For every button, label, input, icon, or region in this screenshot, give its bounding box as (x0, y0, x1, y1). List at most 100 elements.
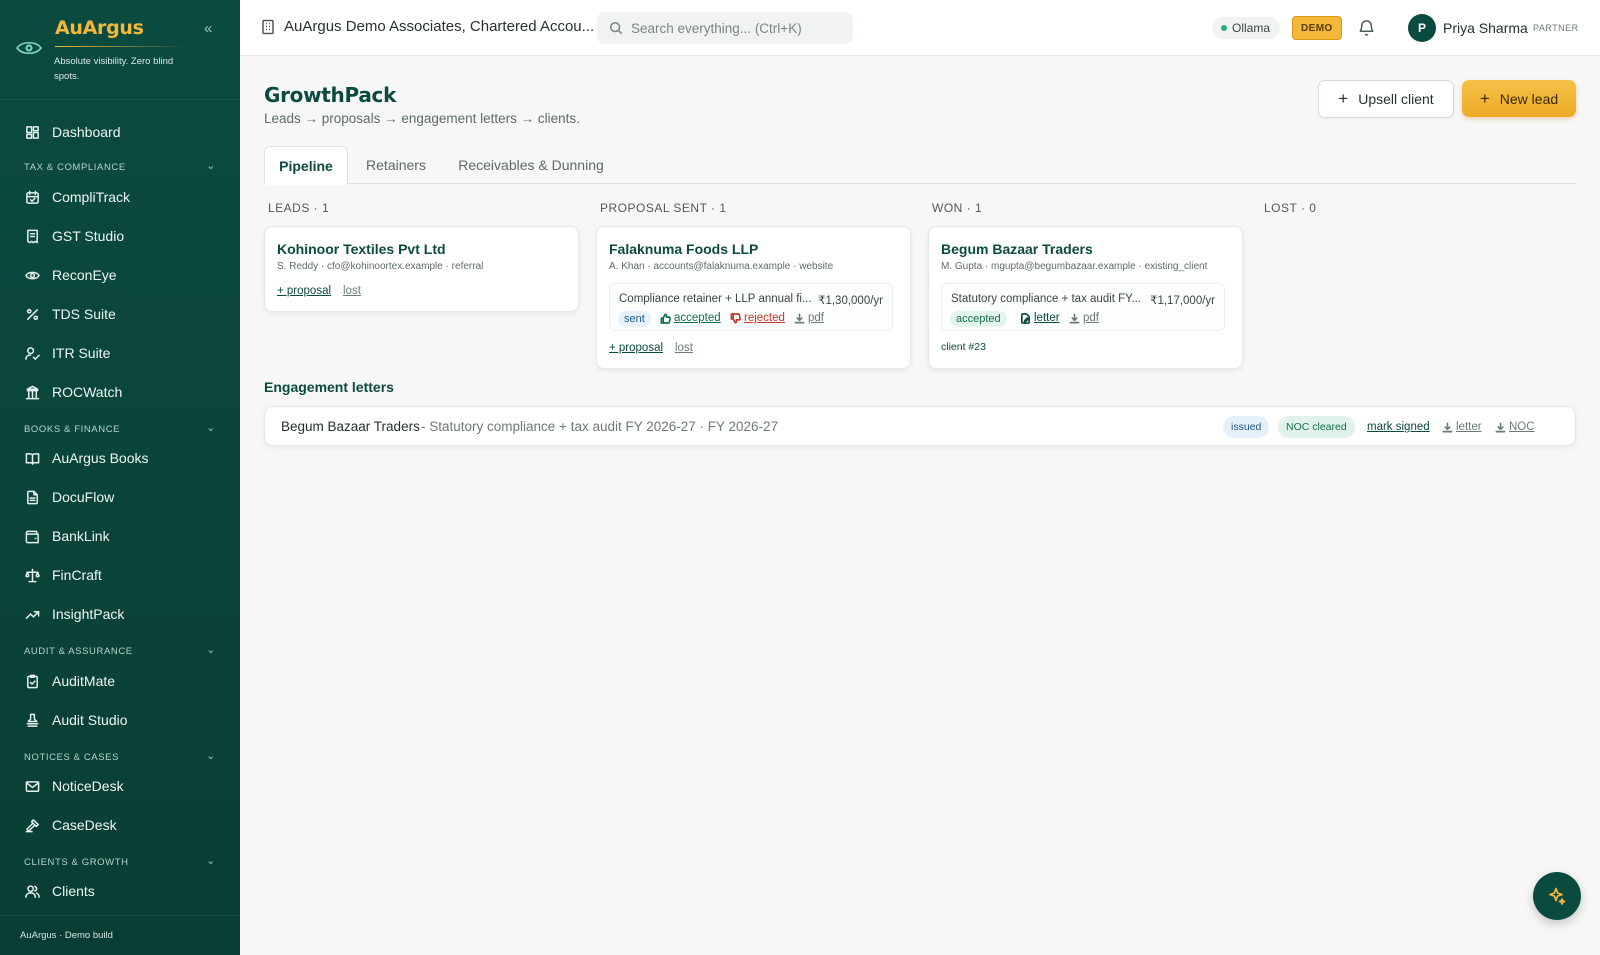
receipt-icon (24, 228, 40, 244)
rejected-label: rejected (744, 312, 785, 324)
sparkles-icon (1549, 887, 1566, 905)
download-pdf-button[interactable]: pdf (1069, 312, 1099, 324)
chevron-down-icon: ⌄ (206, 855, 216, 867)
tab-pipeline[interactable]: Pipeline (264, 146, 348, 185)
sidebar-item-banklink[interactable]: BankLink (0, 519, 240, 553)
sidebar-item-label: InsightPack (52, 606, 125, 622)
sidebar-item-label: TDS Suite (52, 306, 116, 322)
percent-icon (24, 306, 40, 322)
ollama-status[interactable]: Ollama (1212, 17, 1281, 39)
avatar[interactable]: P (1408, 14, 1436, 42)
clipboard-check-icon (24, 673, 40, 689)
download-icon (1442, 422, 1453, 432)
building-icon (262, 19, 274, 34)
sidebar-item-gst-studio[interactable]: GST Studio (0, 219, 240, 253)
file-pen-icon (1021, 312, 1030, 324)
search-input[interactable]: Search everything... (Ctrl+K) (597, 12, 853, 44)
sidebar-item-auditmate[interactable]: AuditMate (0, 664, 240, 698)
sidebar-item-docuflow[interactable]: DocuFlow (0, 480, 240, 514)
letter-label: letter (1456, 421, 1482, 433)
mail-icon (24, 778, 40, 794)
sidebar-item-label: Dashboard (52, 124, 121, 140)
sidebar-item-casedesk[interactable]: CaseDesk (0, 808, 240, 842)
mark-accepted-button[interactable]: accepted (660, 312, 721, 324)
new-lead-button[interactable]: + New lead (1462, 80, 1576, 117)
letter-label: letter (1034, 312, 1060, 324)
sidebar: AuArgus Absolute visibility. Zero blind … (0, 0, 240, 955)
topbar: AuArgus Demo Associates, Chartered Accou… (240, 0, 1600, 56)
sidebar-section-tax[interactable]: TAX & COMPLIANCE ⌄ (0, 158, 240, 176)
section-label: BOOKS & FINANCE (24, 423, 121, 435)
mark-signed-link[interactable]: mark signed (1367, 421, 1430, 433)
sidebar-item-audit-studio[interactable]: Audit Studio (0, 703, 240, 737)
ollama-label: Ollama (1232, 21, 1271, 35)
sidebar-section-notices[interactable]: NOTICES & CASES ⌄ (0, 748, 240, 766)
sidebar-section-audit[interactable]: AUDIT & ASSURANCE ⌄ (0, 642, 240, 660)
page-title: GrowthPack (264, 83, 397, 107)
client-meta: M. Gupta · mgupta@begumbazaar.example · … (941, 261, 1208, 272)
engagement-letter-button[interactable]: letter (1020, 312, 1060, 324)
brand-tagline: Absolute visibility. Zero blind spots. (54, 56, 174, 82)
sidebar-item-label: Clients (52, 883, 95, 899)
engagement-letter-row: Begum Bazaar Traders - Statutory complia… (264, 406, 1576, 446)
sidebar-section-books[interactable]: BOOKS & FINANCE ⌄ (0, 420, 240, 438)
column-header-leads: LEADS · 1 (268, 201, 330, 215)
thumbs-down-icon (730, 312, 741, 323)
sidebar-item-dashboard[interactable]: Dashboard (0, 115, 240, 149)
download-icon (1495, 422, 1506, 432)
download-noc-button[interactable]: NOC (1495, 421, 1535, 433)
status-badge: issued (1223, 416, 1270, 438)
plus-icon: + (1338, 89, 1349, 108)
thumbs-up-icon (660, 313, 671, 324)
client-link[interactable]: client #23 (941, 341, 986, 353)
mark-rejected-button[interactable]: rejected (730, 312, 785, 324)
add-proposal-link[interactable]: + proposal (277, 285, 331, 297)
sidebar-item-fincraft[interactable]: FinCraft (0, 558, 240, 592)
proposal-description: Compliance retainer + LLP annual fi... (619, 293, 812, 305)
sidebar-item-itr-suite[interactable]: ITR Suite (0, 336, 240, 370)
mark-lost-link[interactable]: lost (675, 342, 693, 354)
sidebar-item-noticedesk[interactable]: NoticeDesk (0, 769, 240, 803)
sidebar-item-auargus-books[interactable]: AuArgus Books (0, 441, 240, 475)
sidebar-item-insightpack[interactable]: InsightPack (0, 597, 240, 631)
sidebar-item-label: ReconEye (52, 267, 117, 283)
mark-lost-link[interactable]: lost (343, 285, 361, 297)
letter-description: - Statutory compliance + tax audit FY 20… (421, 419, 779, 434)
sidebar-item-rocwatch[interactable]: ROCWatch (0, 375, 240, 409)
sidebar-section-clients[interactable]: CLIENTS & GROWTH ⌄ (0, 853, 240, 871)
user-name[interactable]: Priya Sharma (1443, 20, 1528, 36)
tab-receivables-dunning[interactable]: Receivables & Dunning (448, 146, 614, 184)
sidebar-item-tds-suite[interactable]: TDS Suite (0, 297, 240, 331)
upsell-client-button[interactable]: + Upsell client (1318, 80, 1454, 118)
notifications-bell-icon[interactable] (1357, 18, 1377, 38)
pdf-label: pdf (1083, 312, 1099, 324)
ai-assistant-button[interactable] (1533, 872, 1581, 920)
sidebar-item-label: GST Studio (52, 228, 125, 244)
tab-retainers[interactable]: Retainers (356, 146, 436, 184)
tabs: Pipeline Retainers Receivables & Dunning (264, 146, 1576, 185)
sidebar-item-label: FinCraft (52, 567, 102, 583)
sidebar-item-label: DocuFlow (52, 489, 115, 505)
book-open-icon (24, 450, 40, 466)
brand: AuArgus Absolute visibility. Zero blind … (0, 0, 240, 100)
sidebar-item-complitrack[interactable]: CompliTrack (0, 180, 240, 214)
sidebar-nav: Dashboard TAX & COMPLIANCE ⌄ CompliTrack … (0, 110, 240, 910)
collapse-sidebar-icon[interactable]: « (204, 21, 218, 36)
brand-underline (55, 46, 187, 47)
sidebar-item-label: ITR Suite (52, 345, 111, 361)
pdf-label: pdf (808, 312, 824, 324)
download-pdf-button[interactable]: pdf (794, 312, 824, 324)
won-card[interactable]: Begum Bazaar Traders M. Gupta · mgupta@b… (928, 226, 1243, 369)
sidebar-item-clients[interactable]: Clients (0, 874, 240, 908)
prospect-name: Falaknuma Foods LLP (609, 241, 759, 257)
sidebar-item-label: CaseDesk (52, 817, 117, 833)
add-proposal-link[interactable]: + proposal (609, 342, 663, 354)
lead-card[interactable]: Kohinoor Textiles Pvt Ltd S. Reddy · cfo… (264, 226, 579, 312)
org-switcher[interactable]: AuArgus Demo Associates, Chartered Accou… (260, 18, 594, 35)
sidebar-item-reconeye[interactable]: ReconEye (0, 258, 240, 292)
sidebar-item-label: BankLink (52, 528, 110, 544)
download-letter-button[interactable]: letter (1442, 421, 1482, 433)
proposal-card[interactable]: Falaknuma Foods LLP A. Khan · accounts@f… (596, 226, 911, 369)
sidebar-item-label: AuditMate (52, 673, 116, 689)
download-icon (794, 313, 805, 323)
